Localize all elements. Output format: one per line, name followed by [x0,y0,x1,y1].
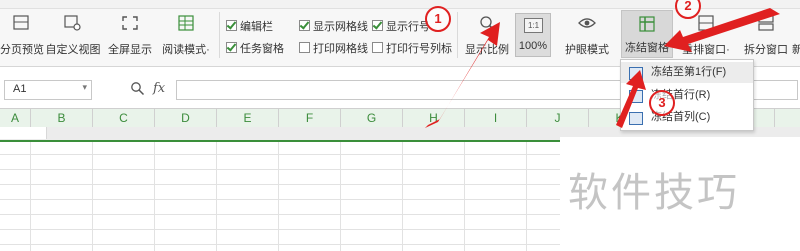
column-header-a[interactable]: A [0,109,31,127]
grid-column-line [216,142,217,251]
grid-column-line [464,142,465,251]
reading-mode-button[interactable]: 阅读模式· [158,10,214,58]
grid-column-line [526,142,527,251]
freeze-panes-label: 冻结窗格 [625,42,669,54]
show-row-col-label: 显示行号 [386,21,430,33]
freeze-panes-icon [639,16,655,32]
step-badge-3: 3 [649,90,675,116]
menu-item-freeze-first-row[interactable]: 冻结首行(R) [621,85,753,106]
zoom-ratio-icon: 1:1 [524,18,543,33]
new-window-label: 新 [792,44,800,56]
chevron-down-icon[interactable]: ▾ [82,82,87,93]
print-gridlines-checkbox[interactable]: 打印网格线 [299,40,368,56]
zoom-search-icon[interactable] [130,81,145,96]
freeze-first-col-icon [629,112,643,125]
freeze-panes-menu: 冻结至第1行(F) 冻结首行(R) 冻结首列(C) [620,59,754,131]
print-row-col-label: 打印行号列标 [386,43,452,55]
column-header-d[interactable]: D [155,109,217,127]
eye-protect-button[interactable]: 护眼模式 [561,10,613,58]
show-ratio-label: 显示比例 [465,44,509,56]
grid-column-line [30,142,31,251]
cell-reference: A1 [13,83,27,95]
column-header-e[interactable]: E [217,109,279,127]
grid-column-line [402,142,403,251]
new-window-button[interactable]: 新 [792,10,800,58]
checkbox-mark [372,20,383,31]
column-header-h[interactable]: H [403,109,465,127]
menu-item-freeze-first-col[interactable]: 冻结首列(C) [621,107,753,128]
column-header-j[interactable]: J [527,109,589,127]
rearrange-window-label: 重排窗口· [682,44,730,56]
freeze-row-icon [629,67,643,80]
page-preview-label: 分页预览 [0,44,44,56]
column-header-c[interactable]: C [93,109,155,127]
split-window-icon [758,15,774,31]
menu-item-freeze-to-row-1[interactable]: 冻结至第1行(F) [621,62,753,83]
checkbox-mark [226,42,237,53]
checkbox-mark [226,20,237,31]
reading-mode-icon [178,15,194,31]
column-header-b[interactable]: B [31,109,93,127]
zoom-100-label: 100% [518,40,548,52]
eye-protect-label: 护眼模式 [565,44,609,56]
split-window-button[interactable]: 拆分窗口 [740,10,792,58]
fullscreen-button[interactable]: 全屏显示 [104,10,156,58]
fx-button[interactable]: fx [153,81,165,96]
page-preview-icon [13,15,29,30]
show-gridlines-label: 显示网格线 [313,21,368,33]
name-box[interactable]: A1 ▾ [4,80,92,100]
column-header-f[interactable]: F [279,109,341,127]
rearrange-window-icon [698,15,714,31]
fullscreen-icon [122,16,138,30]
show-gridlines-checkbox[interactable]: 显示网格线 [299,18,368,34]
custom-view-label: 自定义视图 [45,44,101,56]
print-gridlines-label: 打印网格线 [313,43,368,55]
freeze-panes-button[interactable]: 冻结窗格 [621,10,673,58]
show-row-col-checkbox[interactable]: 显示行号 [372,18,430,34]
magnifier-icon [480,16,495,31]
checkbox-mark [299,42,310,53]
zoom-100-button[interactable]: 1:1 100% [515,13,551,57]
custom-view-icon [64,15,81,31]
ribbon-separator [457,12,458,58]
menu-item-label: 冻结至第1行(F) [651,66,727,78]
grid-column-line [154,142,155,251]
reading-mode-label: 阅读模式· [162,44,210,56]
grid-column-line [92,142,93,251]
page-preview-button[interactable]: 分页预览 [0,10,44,58]
column-header-g[interactable]: G [341,109,403,127]
cell-a1[interactable] [0,127,47,139]
eye-icon [578,18,596,28]
grid-column-line [278,142,279,251]
task-pane-label: 任务窗格 [240,43,284,55]
print-row-col-checkbox[interactable]: 打印行号列标 [372,40,452,56]
column-header-i[interactable]: I [465,109,527,127]
grid-column-line [340,142,341,251]
freeze-first-row-icon [629,90,643,103]
edit-bar-checkbox[interactable]: 编辑栏 [226,18,273,34]
custom-view-button[interactable]: 自定义视图 [44,10,102,58]
checkbox-mark [299,20,310,31]
ribbon-separator [219,12,220,58]
show-ratio-button[interactable]: 显示比例 [462,10,512,58]
checkbox-mark [372,42,383,53]
watermark-text: 软件技巧 [568,171,740,215]
split-window-label: 拆分窗口 [744,44,788,56]
edit-bar-label: 编辑栏 [240,21,273,33]
task-pane-checkbox[interactable]: 任务窗格 [226,40,284,56]
step-badge-1: 1 [425,6,451,32]
fullscreen-label: 全屏显示 [108,44,152,56]
